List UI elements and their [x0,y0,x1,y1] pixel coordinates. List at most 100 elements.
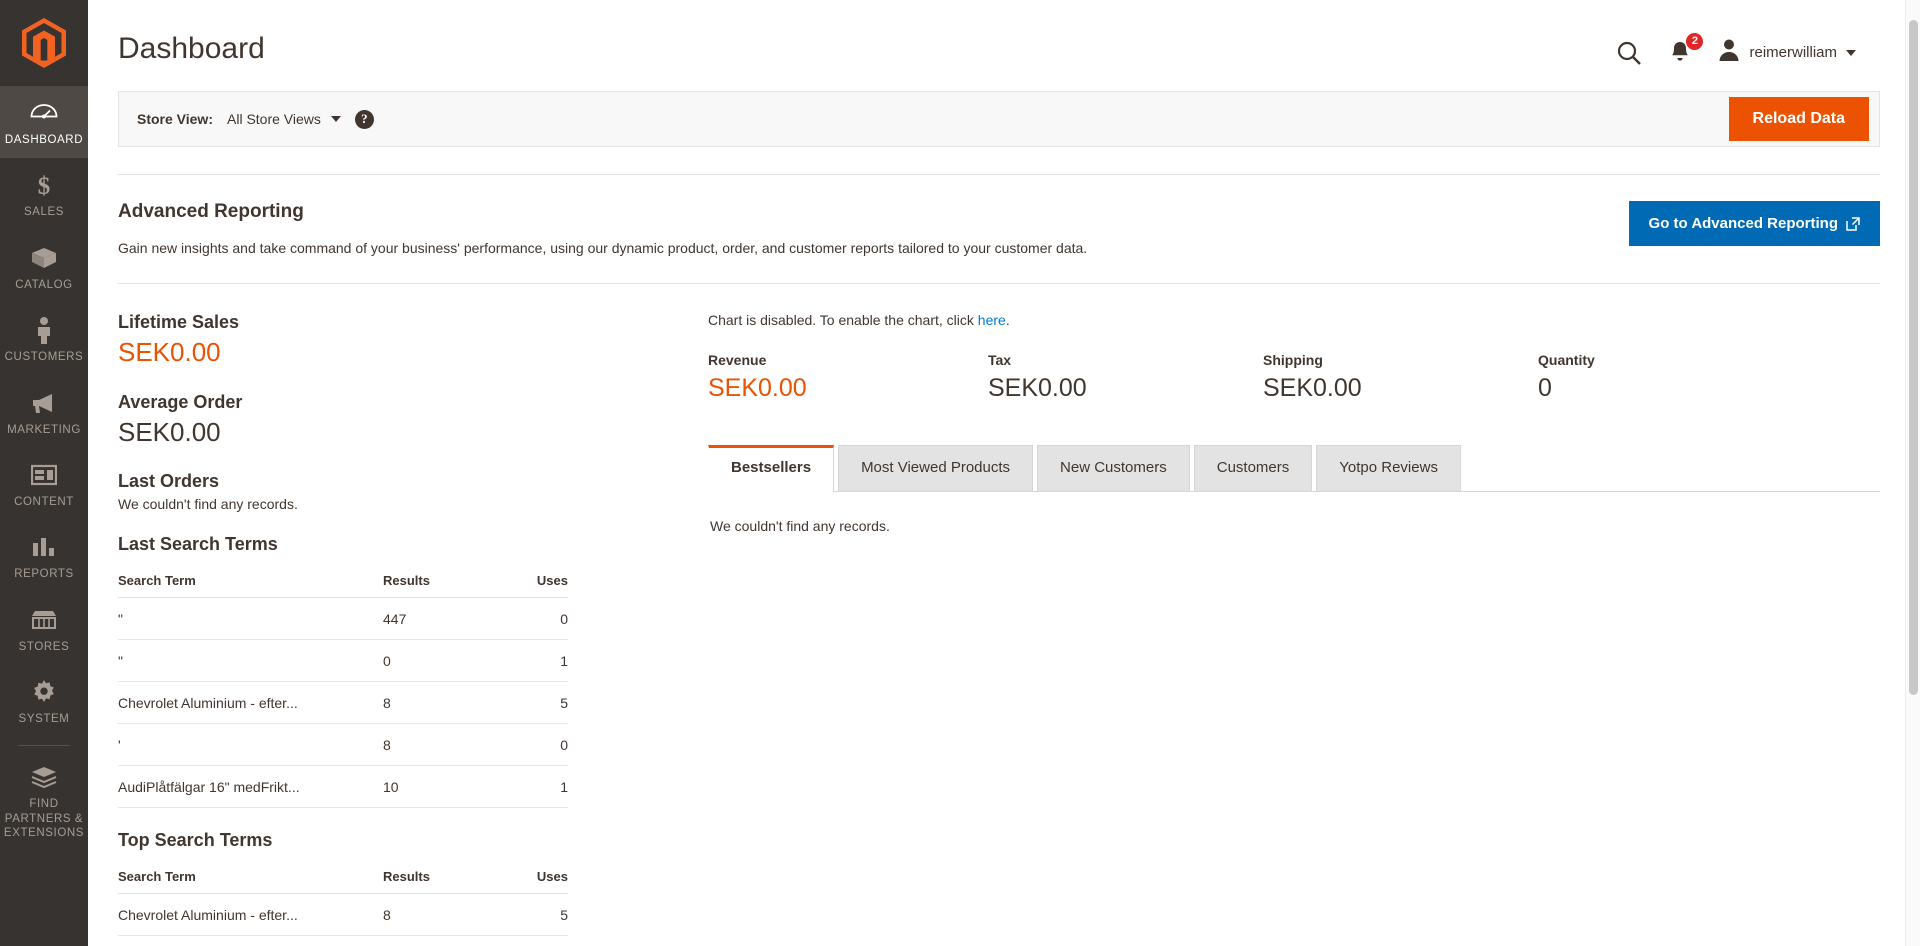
average-order-value: SEK0.00 [118,416,221,447]
last-orders-block: Last Orders We couldn't find any records… [118,471,633,512]
sidebar-item-label: System [18,713,70,725]
total-value: SEK0.00 [1263,374,1362,402]
section-divider-2 [118,283,1880,284]
total-shipping: Shipping SEK0.00 [1263,352,1538,403]
sidebar-item-content[interactable]: Content [0,448,88,520]
cell-results: 447 [383,597,503,641]
go-to-advanced-reporting-button[interactable]: Go to Advanced Reporting [1628,201,1880,246]
cell-search-term: " [118,597,383,641]
scrollbar-thumb[interactable] [1909,20,1918,695]
table-row[interactable]: ' 8 0 [118,723,568,767]
total-quantity: Quantity 0 [1538,352,1595,403]
table-row[interactable]: Chevrolet Aluminium - efter... 8 5 [118,893,568,937]
last-search-terms-block: Last Search Terms Search Term Results Us… [118,534,633,809]
sidebar: Dashboard $ Sales Catalog Customers Mark… [0,0,88,946]
dashboard-tabs: Bestsellers Most Viewed Products New Cus… [708,444,1880,492]
dashboard-left-column: Lifetime Sales SEK0.00 Average Order SEK… [118,312,663,937]
last-orders-title: Last Orders [118,471,220,492]
cell-results: 0 [383,639,503,683]
enable-chart-link[interactable]: here [978,312,1006,328]
table-row[interactable]: " 447 0 [118,597,568,641]
tab-customers[interactable]: Customers [1193,444,1313,491]
chevron-down-icon [1846,49,1856,56]
sidebar-item-stores[interactable]: Stores [0,593,88,665]
sidebar-item-label: Sales [23,206,65,219]
totals-row: Revenue SEK0.00 Tax SEK0.00 Shipping SEK… [708,352,1880,403]
search-icon[interactable] [1616,40,1642,66]
store-view-label: Store View: [137,111,213,127]
notifications-bell-icon[interactable]: 2 [1668,32,1704,66]
advanced-reporting-section: Advanced Reporting Gain new insights and… [88,175,1920,256]
megaphone-icon [29,388,59,418]
dollar-icon: $ [29,170,59,200]
sidebar-item-label: Stores [18,640,70,653]
store-view-select[interactable]: All Store Views [227,111,341,127]
chart-disabled-prefix: Chart is disabled. To enable the chart, … [708,312,978,328]
average-order-label: Average Order [118,391,243,412]
cell-search-term: ' [118,723,383,767]
cell-search-term: AudiPlåtfälgar 16" medFrikt... [118,765,383,809]
top-search-terms-block: Top Search Terms Search Term Results Use… [118,830,633,937]
person-icon [29,315,59,345]
sidebar-item-marketing[interactable]: Marketing [0,376,88,448]
cell-uses: 0 [503,597,568,641]
cell-uses: 5 [503,681,568,725]
sidebar-divider [18,745,70,747]
table-row[interactable]: " 0 1 [118,639,568,683]
main-content: Dashboard 2 reimerwilliam Store View: Al… [88,0,1920,946]
magento-logo[interactable] [0,0,88,86]
column-header-uses: Uses [503,863,568,895]
column-header-search-term: Search Term [118,863,383,895]
sidebar-item-find-partners[interactable]: Find Partners & Extensions [0,750,88,851]
table-row[interactable]: AudiPlåtfälgar 16" medFrikt... 10 1 [118,765,568,809]
sidebar-item-customers[interactable]: Customers [0,303,88,375]
cell-search-term: Chevrolet Aluminium - efter... [118,893,383,937]
question-mark-icon[interactable]: ? [354,109,374,129]
total-label: Revenue [708,352,767,368]
advanced-reporting-title: Advanced Reporting [118,201,304,222]
extensions-icon [29,762,59,792]
box-icon [29,243,59,273]
sidebar-item-catalog[interactable]: Catalog [0,231,88,303]
table-row[interactable]: Chevrolet Aluminium - efter... 8 5 [118,681,568,725]
sidebar-item-label: Reports [14,568,74,581]
tab-new-customers[interactable]: New Customers [1037,444,1190,491]
sidebar-item-system[interactable]: System [0,665,88,737]
sidebar-item-label: Dashboard [4,134,84,146]
cell-results: 8 [383,893,503,937]
column-header-results: Results [383,863,503,895]
svg-text:$: $ [38,173,51,199]
advanced-reporting-description: Gain new insights and take command of yo… [118,240,1088,256]
last-search-terms-table: Search Term Results Uses " 447 0 " 0 1 C… [118,567,568,809]
sidebar-item-label: Catalog [15,278,73,291]
store-view-bar: Store View: All Store Views ? Reload Dat… [118,91,1880,147]
tab-panel-empty-message: We couldn't find any records. [710,517,890,534]
sidebar-item-reports[interactable]: Reports [0,520,88,592]
vertical-scrollbar[interactable] [1905,0,1920,946]
column-header-search-term: Search Term [118,567,383,599]
dashboard-columns: Lifetime Sales SEK0.00 Average Order SEK… [88,312,1920,937]
tab-bestsellers[interactable]: Bestsellers [708,444,835,492]
tab-yotpo-reviews[interactable]: Yotpo Reviews [1316,444,1461,491]
lifetime-sales-block: Lifetime Sales SEK0.00 [118,312,633,367]
header-tools: 2 reimerwilliam [1616,24,1880,67]
total-revenue: Revenue SEK0.00 [708,352,988,403]
layout-icon [29,460,59,490]
chart-disabled-suffix: . [1005,312,1010,328]
total-label: Tax [988,352,1012,368]
cell-search-term: Chevrolet Aluminium - efter... [118,681,383,725]
sidebar-item-dashboard[interactable]: Dashboard [0,86,88,159]
reload-data-button[interactable]: Reload Data [1728,97,1869,141]
storefront-icon [29,605,59,635]
user-menu[interactable]: reimerwilliam [1718,38,1856,67]
sidebar-item-sales[interactable]: $ Sales [0,158,88,230]
sidebar-item-label: Find Partners & Extensions [3,798,85,840]
user-avatar-icon [1718,38,1740,67]
cell-results: 8 [383,681,503,725]
table-header-row: Search Term Results Uses [118,863,568,895]
user-name: reimerwilliam [1749,44,1837,61]
tab-most-viewed-products[interactable]: Most Viewed Products [838,444,1034,491]
total-label: Shipping [1263,352,1323,368]
last-search-terms-title: Last Search Terms [118,534,278,555]
admin-dashboard-page: Dashboard $ Sales Catalog Customers Mark… [0,0,1920,946]
